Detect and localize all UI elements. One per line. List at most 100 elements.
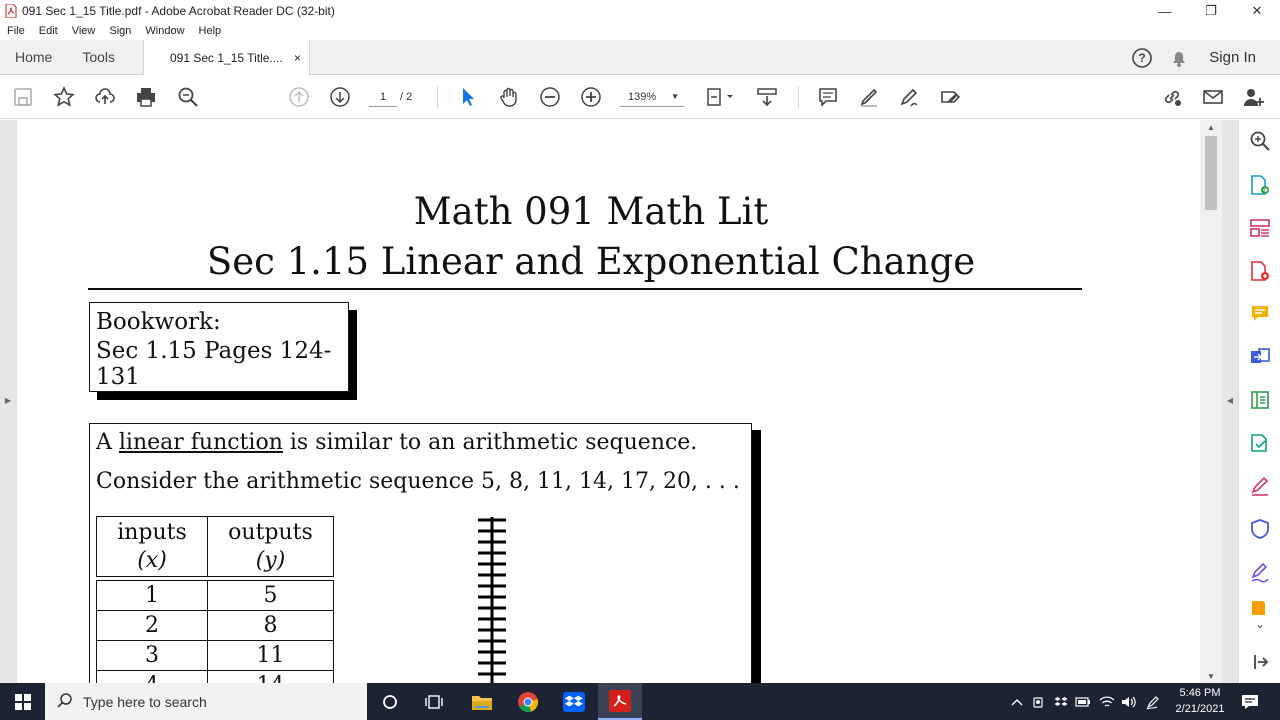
search-zoom-icon[interactable] (175, 84, 201, 110)
vertical-scrollbar[interactable]: ▲ ▼ (1200, 120, 1222, 683)
vertical-axis-ticks (478, 517, 506, 683)
acrobat-reader-taskbar-icon[interactable] (598, 683, 642, 720)
tab-document[interactable]: 091 Sec 1_15 Title.... × (143, 40, 310, 76)
close-window-button[interactable]: ✕ (1234, 0, 1280, 22)
page-number-input[interactable]: 1 (369, 87, 397, 107)
document-viewport[interactable]: ▶ Math 091 Math Lit Sec 1.15 Linear and … (0, 120, 1238, 683)
table-row: 414 (96, 670, 334, 683)
scroll-down-icon[interactable]: ▼ (1200, 669, 1222, 683)
intro-sentence: A linear function is similar to an arith… (96, 430, 697, 455)
notification-bell-icon[interactable] (1169, 48, 1189, 68)
task-view-icon[interactable] (412, 683, 456, 720)
left-pane-toggle-icon[interactable]: ▶ (0, 390, 16, 410)
more-tools-icon[interactable] (1248, 601, 1272, 615)
meet-now-icon[interactable] (1028, 683, 1050, 720)
export-pdf-icon[interactable] (1248, 173, 1272, 197)
file-explorer-icon[interactable] (460, 683, 504, 720)
zoom-level-select[interactable]: 139% ▼ (620, 87, 684, 107)
chevron-down-icon: ▼ (671, 92, 679, 101)
scroll-mode-icon[interactable] (754, 84, 780, 110)
protect-shield-icon[interactable] (1248, 517, 1272, 541)
fill-sign-icon[interactable] (938, 84, 964, 110)
tab-tools[interactable]: Tools (67, 40, 130, 75)
add-user-icon[interactable] (1241, 84, 1267, 110)
menu-edit[interactable]: Edit (39, 25, 58, 37)
highlight-pen-icon[interactable] (856, 84, 882, 110)
right-pane-toggle-icon[interactable]: ◀ (1222, 390, 1238, 410)
toolbar-divider (437, 86, 438, 108)
restore-button[interactable]: ❐ (1188, 0, 1234, 22)
toolbar-divider (798, 86, 799, 108)
box-shadow (349, 310, 357, 400)
tab-close-icon[interactable]: × (294, 51, 301, 65)
pen-ink-icon[interactable] (1142, 683, 1164, 720)
scroll-up-icon[interactable]: ▲ (1200, 120, 1222, 134)
notifications-icon[interactable] (1232, 683, 1268, 720)
header-y-var: (y) (255, 547, 286, 573)
share-link-icon[interactable] (1159, 84, 1185, 110)
show-hidden-icons-icon[interactable] (1006, 683, 1028, 720)
volume-icon[interactable] (1118, 683, 1140, 720)
help-icon[interactable]: ? (1131, 47, 1153, 69)
minimize-button[interactable]: — (1142, 0, 1188, 22)
search-icon (57, 693, 72, 708)
table-header-inputs: inputs (x) (96, 516, 208, 577)
email-icon[interactable] (1200, 84, 1226, 110)
zoom-level-value: 139% (628, 91, 657, 103)
menu-help[interactable]: Help (199, 25, 222, 37)
cortana-icon[interactable] (368, 683, 412, 720)
scrollbar-thumb[interactable] (1205, 136, 1217, 210)
tab-home[interactable]: Home (0, 40, 67, 75)
sign-in-link[interactable]: Sign In (1209, 49, 1256, 66)
table-cell-x: 3 (96, 640, 208, 671)
menu-window[interactable]: Window (145, 25, 184, 37)
bookmark-star-icon[interactable] (51, 84, 77, 110)
comment-tool-icon[interactable] (1248, 302, 1272, 326)
battery-icon[interactable] (1072, 683, 1094, 720)
table-cell-y: 8 (207, 610, 334, 641)
print-icon[interactable] (133, 84, 159, 110)
bookwork-label: Bookwork: (96, 309, 221, 335)
fill-and-sign-icon[interactable] (1248, 474, 1272, 498)
linear-function-box: A linear function is similar to an arith… (89, 423, 752, 683)
search-tools-icon[interactable] (1248, 129, 1272, 153)
zoom-in-icon[interactable] (578, 84, 604, 110)
send-review-icon[interactable] (1248, 431, 1272, 455)
taskbar-search-box[interactable]: Type here to search (45, 683, 367, 720)
dropbox-icon[interactable] (552, 683, 596, 720)
menu-file[interactable]: File (7, 25, 25, 37)
hand-tool-icon[interactable] (496, 84, 522, 110)
request-signature-icon[interactable] (1248, 560, 1272, 584)
save-icon[interactable] (10, 84, 36, 110)
fit-page-icon[interactable] (703, 84, 737, 110)
table-header-row: inputs (x) outputs (y) (96, 516, 334, 577)
combine-files-icon[interactable] (1248, 345, 1272, 369)
system-clock[interactable]: 5:46 PM 2/21/2021 (1168, 685, 1232, 718)
create-pdf-icon[interactable] (1248, 259, 1272, 283)
edit-pdf-icon[interactable] (1248, 388, 1272, 412)
svg-text:?: ? (1139, 51, 1146, 65)
start-button[interactable] (0, 683, 45, 720)
dropbox-tray-icon[interactable] (1050, 683, 1072, 720)
clock-date: 2/21/2021 (1175, 703, 1225, 715)
header-x-var: (x) (137, 547, 167, 573)
select-cursor-icon[interactable] (455, 84, 481, 110)
menu-view[interactable]: View (72, 25, 96, 37)
box-shadow (97, 392, 357, 400)
upload-cloud-icon[interactable] (92, 84, 118, 110)
menu-bar: File Edit View Sign Window Help (0, 22, 1280, 40)
draw-sign-icon[interactable] (897, 84, 923, 110)
pdf-page: Math 091 Math Lit Sec 1.15 Linear and Ex… (17, 120, 1200, 683)
document-subtitle: Sec 1.15 Linear and Exponential Change (206, 240, 976, 283)
collapse-panel-icon[interactable] (1248, 650, 1272, 674)
organize-pages-icon[interactable] (1248, 216, 1272, 240)
wifi-icon[interactable] (1096, 683, 1118, 720)
chrome-icon[interactable] (506, 683, 550, 720)
previous-page-icon[interactable] (286, 84, 312, 110)
next-page-icon[interactable] (327, 84, 353, 110)
zoom-out-icon[interactable] (537, 84, 563, 110)
comment-icon[interactable] (815, 84, 841, 110)
chevron-down-icon[interactable]: ⌄ (1248, 617, 1272, 631)
table-cell-x: 4 (96, 670, 208, 683)
menu-sign[interactable]: Sign (109, 25, 131, 37)
